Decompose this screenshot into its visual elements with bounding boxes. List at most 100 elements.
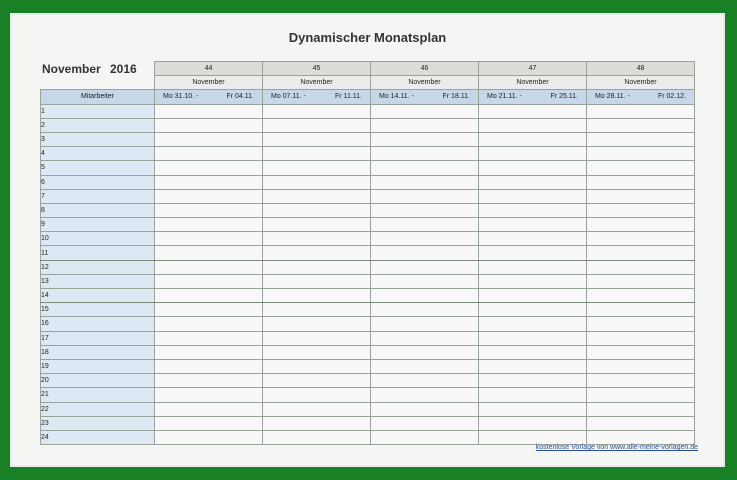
schedule-cell[interactable]: [478, 103, 587, 119]
schedule-cell[interactable]: [586, 188, 695, 204]
schedule-cell[interactable]: [586, 231, 695, 247]
footer-link[interactable]: kostenlose Vorlage von www.alle-meine-vo…: [536, 444, 698, 451]
schedule-cell[interactable]: [586, 160, 695, 176]
schedule-cell[interactable]: [262, 273, 371, 290]
schedule-cell[interactable]: [586, 259, 695, 275]
schedule-cell[interactable]: [154, 160, 263, 176]
schedule-cell[interactable]: [478, 429, 587, 446]
schedule-cell[interactable]: [478, 259, 587, 275]
schedule-cell[interactable]: [478, 316, 587, 332]
schedule-cell[interactable]: [262, 160, 371, 176]
schedule-cell[interactable]: [262, 358, 371, 375]
schedule-cell[interactable]: [586, 401, 695, 417]
schedule-cell[interactable]: [154, 131, 263, 148]
schedule-cell[interactable]: [586, 202, 695, 219]
schedule-cell[interactable]: [478, 160, 587, 176]
schedule-cell[interactable]: [478, 415, 587, 431]
schedule-cell[interactable]: [262, 245, 371, 261]
schedule-cell[interactable]: [370, 217, 479, 233]
schedule-cell[interactable]: [154, 103, 263, 119]
schedule-cell[interactable]: [154, 202, 263, 219]
schedule-cell[interactable]: [370, 387, 479, 403]
schedule-cell[interactable]: [478, 188, 587, 204]
schedule-cell[interactable]: [262, 103, 371, 119]
schedule-cell[interactable]: [154, 330, 263, 346]
schedule-cell[interactable]: [154, 316, 263, 332]
schedule-cell[interactable]: [586, 373, 695, 389]
schedule-cell[interactable]: [262, 217, 371, 233]
schedule-cell[interactable]: [478, 174, 587, 190]
schedule-cell[interactable]: [586, 387, 695, 403]
schedule-cell[interactable]: [586, 217, 695, 233]
schedule-cell[interactable]: [262, 387, 371, 403]
schedule-cell[interactable]: [154, 273, 263, 290]
schedule-cell[interactable]: [262, 117, 371, 133]
schedule-cell[interactable]: [370, 174, 479, 190]
schedule-cell[interactable]: [262, 330, 371, 346]
schedule-cell[interactable]: [370, 330, 479, 346]
schedule-cell[interactable]: [370, 245, 479, 261]
schedule-cell[interactable]: [478, 245, 587, 261]
schedule-cell[interactable]: [370, 131, 479, 148]
schedule-cell[interactable]: [586, 344, 695, 360]
schedule-cell[interactable]: [586, 358, 695, 375]
schedule-cell[interactable]: [370, 358, 479, 375]
schedule-cell[interactable]: [370, 316, 479, 332]
schedule-cell[interactable]: [370, 344, 479, 360]
schedule-cell[interactable]: [154, 302, 263, 318]
schedule-cell[interactable]: [586, 415, 695, 431]
schedule-cell[interactable]: [154, 429, 263, 446]
schedule-cell[interactable]: [262, 188, 371, 204]
schedule-cell[interactable]: [478, 344, 587, 360]
schedule-cell[interactable]: [586, 146, 695, 162]
schedule-cell[interactable]: [154, 287, 263, 304]
schedule-cell[interactable]: [586, 316, 695, 332]
schedule-cell[interactable]: [262, 202, 371, 219]
schedule-cell[interactable]: [478, 217, 587, 233]
schedule-cell[interactable]: [370, 429, 479, 446]
schedule-cell[interactable]: [262, 259, 371, 275]
schedule-cell[interactable]: [154, 117, 263, 133]
schedule-cell[interactable]: [154, 188, 263, 204]
schedule-cell[interactable]: [478, 202, 587, 219]
schedule-cell[interactable]: [262, 287, 371, 304]
schedule-cell[interactable]: [478, 287, 587, 304]
schedule-cell[interactable]: [370, 117, 479, 133]
schedule-cell[interactable]: [370, 160, 479, 176]
schedule-cell[interactable]: [262, 415, 371, 431]
schedule-cell[interactable]: [154, 358, 263, 375]
schedule-cell[interactable]: [478, 117, 587, 133]
schedule-cell[interactable]: [262, 316, 371, 332]
schedule-cell[interactable]: [478, 358, 587, 375]
schedule-cell[interactable]: [370, 302, 479, 318]
schedule-cell[interactable]: [478, 330, 587, 346]
schedule-cell[interactable]: [154, 387, 263, 403]
schedule-cell[interactable]: [154, 245, 263, 261]
schedule-cell[interactable]: [370, 202, 479, 219]
schedule-cell[interactable]: [586, 103, 695, 119]
schedule-cell[interactable]: [370, 259, 479, 275]
schedule-cell[interactable]: [586, 131, 695, 148]
schedule-cell[interactable]: [370, 273, 479, 290]
schedule-cell[interactable]: [154, 259, 263, 275]
schedule-cell[interactable]: [586, 287, 695, 304]
schedule-cell[interactable]: [586, 330, 695, 346]
schedule-cell[interactable]: [478, 146, 587, 162]
schedule-cell[interactable]: [370, 188, 479, 204]
schedule-cell[interactable]: [154, 373, 263, 389]
schedule-cell[interactable]: [478, 231, 587, 247]
schedule-cell[interactable]: [154, 231, 263, 247]
schedule-cell[interactable]: [586, 429, 695, 446]
schedule-cell[interactable]: [370, 146, 479, 162]
schedule-cell[interactable]: [262, 344, 371, 360]
schedule-cell[interactable]: [478, 401, 587, 417]
schedule-cell[interactable]: [154, 174, 263, 190]
schedule-cell[interactable]: [262, 131, 371, 148]
schedule-cell[interactable]: [154, 401, 263, 417]
schedule-cell[interactable]: [262, 174, 371, 190]
schedule-cell[interactable]: [478, 373, 587, 389]
schedule-cell[interactable]: [370, 231, 479, 247]
schedule-cell[interactable]: [154, 344, 263, 360]
schedule-cell[interactable]: [370, 401, 479, 417]
schedule-cell[interactable]: [262, 373, 371, 389]
